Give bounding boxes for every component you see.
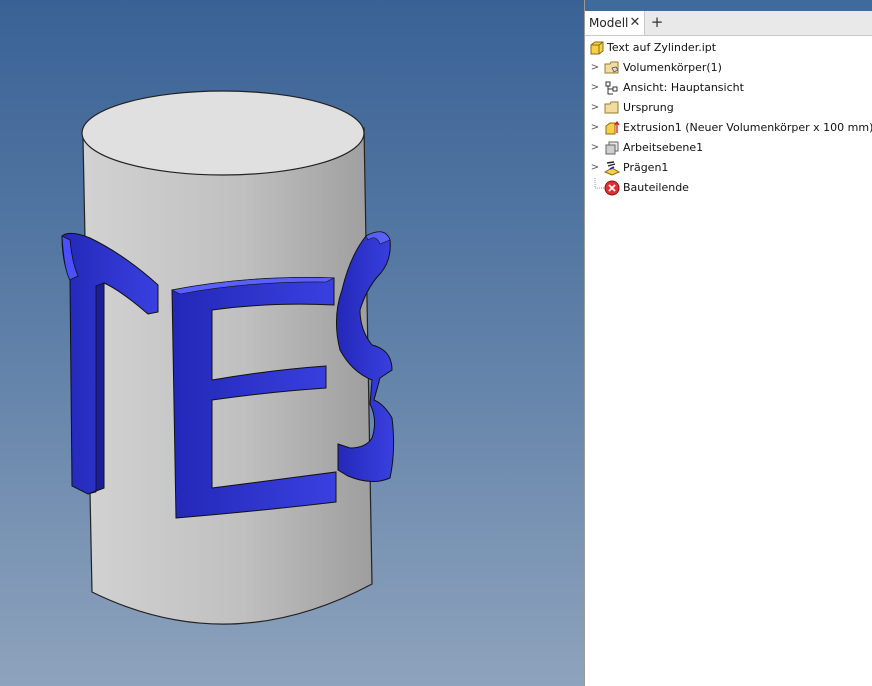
model-render[interactable]	[0, 0, 584, 686]
tree-item-label: Bauteilende	[623, 181, 689, 194]
origin-folder-icon	[604, 101, 619, 114]
close-icon[interactable]: ✕	[628, 11, 642, 35]
part-file-icon	[590, 41, 604, 55]
tree-root[interactable]: Text auf Zylinder.ipt	[585, 38, 872, 58]
chevron-right-icon[interactable]: >	[590, 58, 600, 78]
tree-item-ansicht[interactable]: > Ansicht: Hauptansicht	[585, 78, 872, 98]
tree-item-ursprung[interactable]: > Ursprung	[585, 98, 872, 118]
cylinder[interactable]	[81, 90, 373, 625]
tree-item-label: Ursprung	[623, 101, 674, 114]
tree-item-label: Volumenkörper(1)	[623, 61, 722, 74]
model-browser-panel: Modell ✕ + Text auf Zylinder.ipt > Volum…	[584, 0, 872, 686]
tab-label: Modell	[589, 16, 629, 30]
tree-item-label: Prägen1	[623, 161, 669, 174]
chevron-right-icon[interactable]: >	[590, 158, 600, 178]
tree-item-label: Ansicht: Hauptansicht	[623, 81, 744, 94]
view-representation-icon	[605, 81, 618, 95]
tree-item-extrusion[interactable]: > Extrusion1 (Neuer Volumenkörper x 100 …	[585, 118, 872, 138]
work-plane-icon	[605, 141, 619, 155]
tree-item-label: Arbeitsebene1	[623, 141, 704, 154]
tree-item-bauteilende[interactable]: Bauteilende	[585, 178, 872, 198]
tree-item-label: Extrusion1 (Neuer Volumenkörper x 100 mm…	[623, 121, 872, 134]
tree-item-praegen[interactable]: > Prägen1	[585, 158, 872, 178]
chevron-right-icon[interactable]: >	[590, 98, 600, 118]
chevron-right-icon[interactable]: >	[590, 118, 600, 138]
tree-item-volumenkoerper[interactable]: > Volumenkörper(1)	[585, 58, 872, 78]
emboss-icon	[604, 161, 620, 176]
add-tab-button[interactable]: +	[649, 11, 665, 35]
tree-item-arbeitsebene[interactable]: > Arbeitsebene1	[585, 138, 872, 158]
tree-root-label: Text auf Zylinder.ipt	[607, 41, 717, 54]
extrusion-icon	[605, 120, 620, 135]
tab-modell[interactable]: Modell ✕	[585, 11, 645, 35]
end-of-part-icon	[604, 180, 620, 196]
chevron-right-icon[interactable]: >	[590, 78, 600, 98]
solid-bodies-folder-icon	[604, 61, 619, 74]
browser-tabbar: Modell ✕ +	[585, 11, 872, 36]
3d-viewport[interactable]	[0, 0, 584, 686]
chevron-right-icon[interactable]: >	[590, 138, 600, 158]
panel-header-strip	[585, 0, 872, 11]
